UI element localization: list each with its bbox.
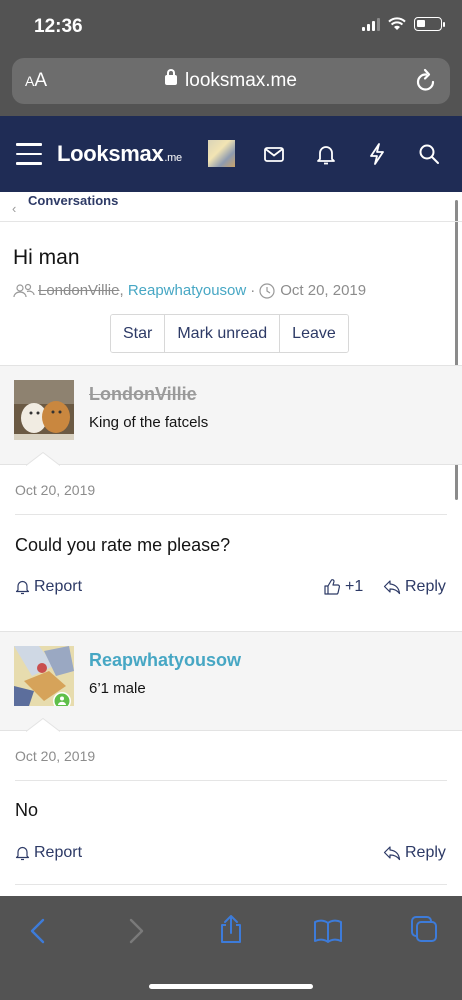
thumbs-up-icon bbox=[324, 579, 341, 595]
share-icon[interactable] bbox=[216, 914, 246, 944]
reply-label: Reply bbox=[405, 844, 446, 861]
battery-icon bbox=[414, 17, 445, 31]
user-avatar[interactable] bbox=[208, 140, 235, 167]
message-divider bbox=[15, 780, 447, 781]
bell-icon[interactable] bbox=[314, 142, 338, 166]
chevron-left-icon: ‹ bbox=[12, 201, 17, 216]
breadcrumb: ‹ Conversations bbox=[0, 192, 462, 222]
bolt-icon[interactable] bbox=[365, 142, 389, 166]
participant-londonvillie[interactable]: LondonVillie bbox=[38, 282, 119, 299]
report-label: Report bbox=[34, 578, 83, 595]
forward-icon[interactable] bbox=[120, 916, 150, 946]
reply-button-2[interactable]: Reply bbox=[383, 844, 446, 862]
search-icon[interactable] bbox=[417, 142, 441, 166]
message-pointer bbox=[26, 718, 60, 732]
reply-label: Reply bbox=[405, 578, 446, 595]
url-text: looksmax.me bbox=[185, 70, 297, 91]
back-icon[interactable] bbox=[24, 916, 54, 946]
conversation-title: Hi man bbox=[13, 246, 80, 269]
author-title-2: 6’1 male bbox=[89, 680, 146, 697]
like-button-1[interactable]: +1 bbox=[323, 578, 363, 596]
menu-icon[interactable] bbox=[16, 143, 42, 165]
status-bar: 12:36 bbox=[0, 0, 462, 52]
author-avatar-2[interactable] bbox=[14, 646, 74, 706]
message-date-1[interactable]: Oct 20, 2019 bbox=[15, 482, 95, 498]
reaction-count[interactable]: +1 bbox=[345, 578, 363, 596]
author-title-1: King of the fatcels bbox=[89, 414, 209, 431]
star-button[interactable]: Star bbox=[111, 315, 166, 352]
leave-button[interactable]: Leave bbox=[280, 315, 348, 352]
logo-text: Looksmax bbox=[57, 141, 164, 166]
report-button-2[interactable]: Report bbox=[15, 844, 82, 862]
message-date-2[interactable]: Oct 20, 2019 bbox=[15, 748, 95, 764]
status-icons bbox=[362, 17, 445, 31]
author-name-1[interactable]: LondonVillie bbox=[89, 384, 197, 405]
message-body-2: No bbox=[15, 800, 39, 820]
signal-icon bbox=[362, 17, 380, 31]
conversation-meta: LondonVillie, Reapwhatyousow · Oct 20, 2… bbox=[13, 282, 366, 299]
clock-icon bbox=[259, 282, 275, 299]
reply-button-1[interactable]: Reply bbox=[383, 578, 446, 596]
url-display[interactable]: looksmax.me bbox=[12, 69, 450, 92]
message-divider bbox=[15, 514, 447, 515]
logo-suffix: .me bbox=[164, 152, 182, 164]
status-time: 12:36 bbox=[34, 16, 83, 37]
reply-icon bbox=[383, 846, 401, 861]
breadcrumb-conversations[interactable]: Conversations bbox=[28, 193, 118, 209]
bookmarks-icon[interactable] bbox=[313, 916, 343, 946]
inbox-icon[interactable] bbox=[262, 142, 286, 166]
author-avatar-1[interactable] bbox=[14, 380, 74, 440]
message-divider bbox=[15, 884, 447, 885]
home-indicator bbox=[149, 984, 313, 989]
bell-icon bbox=[15, 580, 30, 595]
lock-icon bbox=[165, 69, 178, 85]
author-name-2[interactable]: Reapwhatyousow bbox=[89, 650, 241, 671]
wifi-icon bbox=[388, 17, 406, 30]
conversation-date: Oct 20, 2019 bbox=[280, 282, 367, 299]
participant-reapwhatyousow[interactable]: Reapwhatyousow bbox=[128, 282, 246, 299]
url-bar[interactable]: AA looksmax.me bbox=[12, 58, 450, 104]
report-button-1[interactable]: Report bbox=[15, 578, 82, 596]
mark-unread-button[interactable]: Mark unread bbox=[165, 315, 281, 352]
message-body-1: Could you rate me please? bbox=[15, 535, 231, 555]
conversation-actions: Star Mark unread Leave bbox=[110, 314, 349, 353]
tabs-icon[interactable] bbox=[409, 914, 439, 944]
reload-icon[interactable] bbox=[414, 68, 438, 94]
reply-icon bbox=[383, 580, 401, 595]
participants-icon bbox=[13, 283, 35, 297]
site-logo[interactable]: Looksmax.me bbox=[57, 141, 182, 167]
message-pointer bbox=[26, 452, 60, 466]
report-label: Report bbox=[34, 844, 83, 861]
browser-url-area: AA looksmax.me bbox=[0, 52, 462, 116]
bell-icon bbox=[15, 846, 30, 861]
